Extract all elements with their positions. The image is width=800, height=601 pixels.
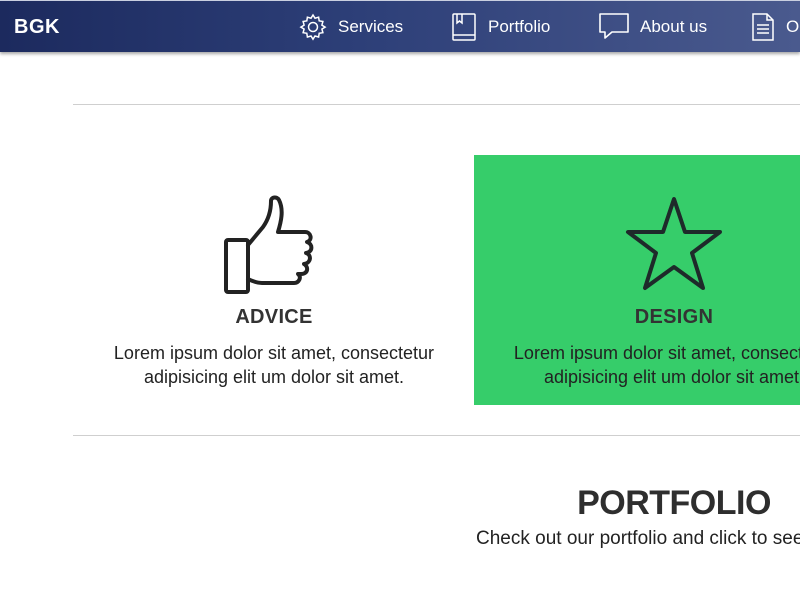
document-icon [752, 13, 774, 41]
book-icon [452, 13, 476, 41]
nav-item-other[interactable]: O [750, 1, 799, 52]
portfolio-subtitle: Check out our portfolio and click to see [476, 528, 800, 549]
feature-text-advice: Lorem ipsum dolor sit amet, consectetur … [74, 341, 474, 389]
section-divider [73, 104, 800, 105]
feature-text-design: Lorem ipsum dolor sit amet, consectetur … [474, 341, 800, 389]
feature-card-design: DESIGN Lorem ipsum dolor sit amet, conse… [474, 155, 800, 405]
nav-item-portfolio[interactable]: Portfolio [450, 1, 550, 52]
gear-icon [299, 13, 327, 41]
nav-label-about-us: About us [640, 17, 708, 36]
nav-item-services[interactable]: Services [298, 1, 403, 52]
speech-bubble-icon [599, 13, 629, 39]
feature-title-advice: ADVICE [235, 306, 313, 328]
feature-card-advice: ADVICE Lorem ipsum dolor sit amet, conse… [74, 155, 474, 405]
nav-label-portfolio: Portfolio [488, 17, 551, 36]
nav-item-about-us[interactable]: About us [598, 1, 707, 52]
brand-logo[interactable]: BGK [14, 16, 60, 39]
nav-label-other: O [786, 17, 800, 36]
section-divider [73, 435, 800, 436]
feature-text-line: Lorem ipsum dolor sit amet, consectetur [113, 343, 435, 363]
star-icon [626, 197, 722, 290]
feature-text-line: adipisicing elit um dolor sit amet. [143, 367, 405, 387]
feature-text-line: Lorem ipsum dolor sit amet, consectetur [513, 343, 800, 363]
thumbs-up-icon [224, 195, 314, 294]
nav-label-services: Services [338, 17, 404, 36]
feature-title-design: DESIGN [634, 306, 714, 328]
portfolio-heading: PORTFOLIO [577, 484, 771, 522]
top-navbar: BGK Services Portfolio About us O [0, 0, 800, 52]
feature-text-line: adipisicing elit um dolor sit amet. [543, 367, 800, 387]
